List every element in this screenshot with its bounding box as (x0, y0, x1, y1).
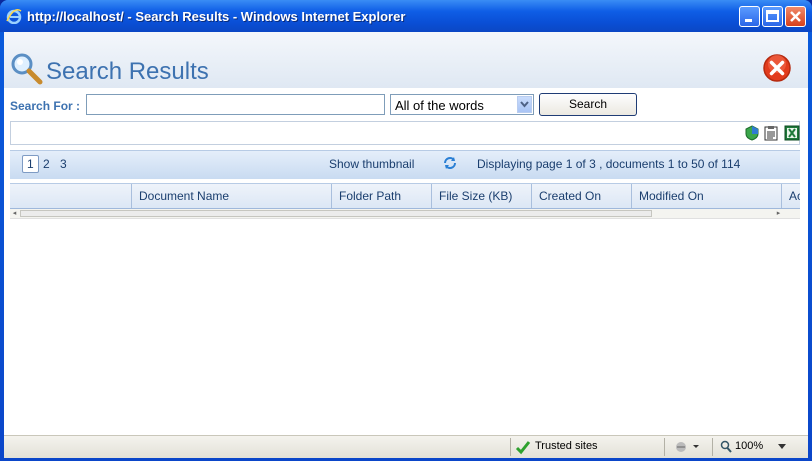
column-header-document-name[interactable]: Document Name (131, 184, 331, 208)
zoom-level[interactable]: 100% (735, 440, 763, 452)
minimize-button[interactable] (739, 6, 760, 27)
horizontal-scrollbar[interactable]: ◂ ▸ (10, 209, 800, 219)
page-link-2[interactable]: 2 (43, 157, 50, 171)
page-title: Search Results (46, 58, 209, 85)
magnifier-icon (11, 53, 43, 85)
protected-mode-icon[interactable] (674, 440, 702, 454)
status-divider (664, 438, 665, 456)
window-title: http://localhost/ - Search Results - Win… (27, 9, 406, 24)
checkmark-icon (515, 441, 531, 455)
window-close-button[interactable] (785, 6, 806, 27)
internet-explorer-icon (6, 9, 22, 24)
column-header-modified-on[interactable]: Modified On (631, 184, 781, 208)
column-header-select[interactable] (10, 184, 131, 208)
refresh-icon[interactable] (442, 155, 458, 171)
page-link-3[interactable]: 3 (60, 157, 67, 171)
minimize-icon (745, 19, 752, 22)
clipboard-icon[interactable] (763, 125, 779, 141)
pagination-bar: 1 2 3 Show thumbnail Displaying page 1 o… (10, 150, 800, 179)
security-zone-label[interactable]: Trusted sites (535, 440, 598, 452)
results-toolbar (10, 121, 800, 145)
maximize-button[interactable] (762, 6, 783, 27)
title-bar[interactable]: http://localhost/ - Search Results - Win… (0, 0, 812, 32)
page-content: Search Results Search For : All of the w… (4, 32, 808, 435)
status-divider (510, 438, 511, 456)
display-summary: Displaying page 1 of 3 , documents 1 to … (477, 157, 741, 171)
column-header-created-on[interactable]: Created On (531, 184, 631, 208)
close-dialog-icon[interactable] (762, 53, 792, 83)
match-mode-select[interactable]: All of the words (390, 94, 534, 115)
status-bar: Trusted sites 100% (4, 435, 808, 458)
page-header: Search Results (4, 32, 808, 88)
zoom-magnifier-icon (720, 440, 732, 453)
maximize-icon (766, 10, 779, 22)
search-button[interactable]: Search (539, 93, 637, 116)
zoom-dropdown-icon[interactable] (778, 444, 786, 449)
page-link-1[interactable]: 1 (22, 155, 39, 173)
status-divider (712, 438, 713, 456)
scroll-thumb[interactable] (20, 210, 652, 217)
search-label: Search For : (10, 99, 81, 113)
column-header-folder-path[interactable]: Folder Path (331, 184, 431, 208)
search-input[interactable] (86, 94, 385, 115)
show-thumbnail-link[interactable]: Show thumbnail (329, 157, 414, 171)
shield-icon[interactable] (744, 125, 760, 141)
excel-icon[interactable] (784, 125, 800, 141)
close-icon (790, 11, 801, 22)
results-grid-header: Document Name Folder Path File Size (KB)… (10, 183, 800, 209)
dropdown-arrow-icon[interactable] (517, 96, 532, 113)
scroll-right-icon[interactable]: ▸ (774, 209, 783, 218)
column-header-file-size[interactable]: File Size (KB) (431, 184, 531, 208)
scroll-left-icon[interactable]: ◂ (10, 209, 19, 218)
column-header-actions[interactable]: Ac (781, 184, 800, 208)
match-mode-value: All of the words (395, 98, 484, 113)
browser-window: http://localhost/ - Search Results - Win… (0, 0, 812, 461)
